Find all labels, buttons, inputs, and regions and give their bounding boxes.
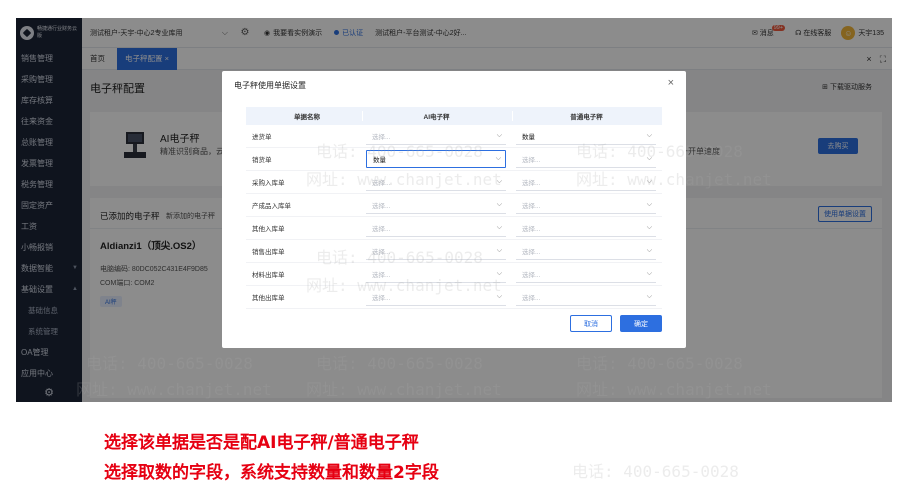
- normal-scale-cell: 选择... ⌵: [512, 219, 662, 237]
- select-placeholder: 选择...: [522, 294, 541, 302]
- doc-name-cell: 其他入库单: [252, 226, 285, 233]
- doc-name-cell: 材料出库单: [252, 272, 285, 279]
- normal-scale-cell: 选择... ⌵: [512, 196, 662, 214]
- normal-scale-cell: 选择... ⌵: [512, 173, 662, 191]
- doc-name-cell: 销售出库单: [252, 249, 285, 256]
- normal-scale-field-select[interactable]: 选择... ⌵: [516, 265, 656, 283]
- doc-name-cell: 产成品入库单: [252, 203, 291, 210]
- table-row: 其他入库单 选择... ⌵ 选择... ⌵: [246, 217, 662, 240]
- chevron-down-icon: ⌵: [496, 269, 502, 277]
- chevron-down-icon: ⌵: [646, 292, 652, 300]
- ai-scale-cell: 选择... ⌵: [362, 219, 512, 237]
- select-placeholder: 选择...: [372, 225, 391, 233]
- close-icon[interactable]: ×: [668, 77, 674, 89]
- ai-scale-field-select[interactable]: 选择... ⌵: [366, 127, 506, 145]
- chevron-down-icon: ⌵: [646, 200, 652, 208]
- ai-scale-field-select[interactable]: 选择... ⌵: [366, 173, 506, 191]
- select-placeholder: 选择...: [522, 179, 541, 187]
- select-value: 数量: [373, 157, 386, 164]
- ai-scale-cell: 选择... ⌵: [362, 265, 512, 283]
- ai-scale-cell: 数量 ⌵: [362, 150, 512, 168]
- normal-scale-field-select[interactable]: 选择... ⌵: [516, 219, 656, 237]
- normal-scale-cell: 选择... ⌵: [512, 150, 662, 168]
- select-placeholder: 选择...: [372, 202, 391, 210]
- chevron-down-icon: ⌵: [646, 223, 652, 231]
- dialog-footer: 取消 确定: [570, 315, 662, 332]
- doc-settings-table: 单据名称 AI电子秤 普通电子秤 进货单 选择... ⌵ 数量 ⌵ 销货单 数量 ⌵ 选择...…: [246, 107, 662, 309]
- select-placeholder: 选择...: [522, 248, 541, 256]
- watermark-phone: 电话: 400-665-0028: [572, 462, 739, 481]
- header-ai-scale: AI电子秤: [362, 111, 512, 121]
- normal-scale-field-select[interactable]: 数量 ⌵: [516, 127, 656, 145]
- table-row: 材料出库单 选择... ⌵ 选择... ⌵: [246, 263, 662, 286]
- chevron-down-icon: ⌵: [496, 131, 502, 139]
- table-header: 单据名称 AI电子秤 普通电子秤: [246, 107, 662, 125]
- ai-scale-cell: 选择... ⌵: [362, 288, 512, 306]
- header-normal-scale: 普通电子秤: [512, 111, 662, 121]
- doc-name-cell: 进货单: [252, 134, 272, 141]
- confirm-button[interactable]: 确定: [620, 315, 662, 332]
- table-row: 进货单 选择... ⌵ 数量 ⌵: [246, 125, 662, 148]
- select-placeholder: 选择...: [372, 133, 391, 141]
- select-placeholder: 选择...: [372, 271, 391, 279]
- ai-scale-field-select[interactable]: 选择... ⌵: [366, 242, 506, 260]
- select-value: 数量: [522, 133, 535, 141]
- chevron-down-icon: ⌵: [496, 223, 502, 231]
- doc-name-cell: 销货单: [252, 157, 272, 164]
- normal-scale-cell: 数量 ⌵: [512, 127, 662, 145]
- annotation-note-2: 选择取数的字段，系统支持数量和数量2字段: [104, 463, 439, 483]
- normal-scale-field-select[interactable]: 选择... ⌵: [516, 196, 656, 214]
- annotation-notes: 选择该单据是否是配AI电子秤/普通电子秤 选择取数的字段，系统支持数量和数量2字…: [104, 428, 439, 488]
- chevron-down-icon: ⌵: [495, 155, 501, 162]
- ai-scale-cell: 选择... ⌵: [362, 242, 512, 260]
- select-placeholder: 选择...: [372, 179, 391, 187]
- doc-name-cell: 其他出库单: [252, 295, 285, 302]
- doc-name-cell: 采购入库单: [252, 180, 285, 187]
- table-row: 产成品入库单 选择... ⌵ 选择... ⌵: [246, 194, 662, 217]
- ai-scale-cell: 选择... ⌵: [362, 173, 512, 191]
- annotation-note-1: 选择该单据是否是配AI电子秤/普通电子秤: [104, 433, 419, 453]
- ai-scale-field-select[interactable]: 选择... ⌵: [366, 288, 506, 306]
- select-placeholder: 选择...: [522, 202, 541, 210]
- dialog-title: 电子秤使用单据设置: [234, 81, 306, 90]
- table-body: 进货单 选择... ⌵ 数量 ⌵ 销货单 数量 ⌵ 选择... ⌵ 采购入库单 选择... ⌵ 选择...…: [246, 125, 662, 309]
- ai-scale-cell: 选择... ⌵: [362, 196, 512, 214]
- normal-scale-cell: 选择... ⌵: [512, 288, 662, 306]
- select-placeholder: 选择...: [372, 248, 391, 256]
- chevron-down-icon: ⌵: [496, 177, 502, 185]
- ai-scale-field-select[interactable]: 选择... ⌵: [366, 265, 506, 283]
- normal-scale-field-select[interactable]: 选择... ⌵: [516, 150, 656, 168]
- select-placeholder: 选择...: [522, 271, 541, 279]
- chevron-down-icon: ⌵: [646, 177, 652, 185]
- chevron-down-icon: ⌵: [646, 154, 652, 162]
- table-row: 销售出库单 选择... ⌵ 选择... ⌵: [246, 240, 662, 263]
- table-row: 销货单 数量 ⌵ 选择... ⌵: [246, 148, 662, 171]
- app-screenshot: 畅捷通行业财务云版 销售管理 采购管理 库存核算 往来资金 总账管理 发票管理 …: [16, 18, 892, 402]
- normal-scale-field-select[interactable]: 选择... ⌵: [516, 242, 656, 260]
- ai-scale-field-select[interactable]: 数量 ⌵: [366, 150, 506, 168]
- scale-doc-settings-dialog: 电子秤使用单据设置 × 单据名称 AI电子秤 普通电子秤 进货单 选择... ⌵ 数量…: [222, 71, 686, 348]
- select-placeholder: 选择...: [372, 294, 391, 302]
- ai-scale-field-select[interactable]: 选择... ⌵: [366, 219, 506, 237]
- chevron-down-icon: ⌵: [646, 246, 652, 254]
- select-placeholder: 选择...: [522, 225, 541, 233]
- chevron-down-icon: ⌵: [496, 200, 502, 208]
- normal-scale-field-select[interactable]: 选择... ⌵: [516, 288, 656, 306]
- chevron-down-icon: ⌵: [496, 292, 502, 300]
- select-placeholder: 选择...: [522, 156, 541, 164]
- table-row: 其他出库单 选择... ⌵ 选择... ⌵: [246, 286, 662, 309]
- header-doc-name: 单据名称: [294, 114, 320, 121]
- table-row: 采购入库单 选择... ⌵ 选择... ⌵: [246, 171, 662, 194]
- normal-scale-cell: 选择... ⌵: [512, 265, 662, 283]
- chevron-down-icon: ⌵: [646, 131, 652, 139]
- ai-scale-field-select[interactable]: 选择... ⌵: [366, 196, 506, 214]
- cancel-button[interactable]: 取消: [570, 315, 612, 332]
- ai-scale-cell: 选择... ⌵: [362, 127, 512, 145]
- chevron-down-icon: ⌵: [646, 269, 652, 277]
- chevron-down-icon: ⌵: [496, 246, 502, 254]
- normal-scale-cell: 选择... ⌵: [512, 242, 662, 260]
- normal-scale-field-select[interactable]: 选择... ⌵: [516, 173, 656, 191]
